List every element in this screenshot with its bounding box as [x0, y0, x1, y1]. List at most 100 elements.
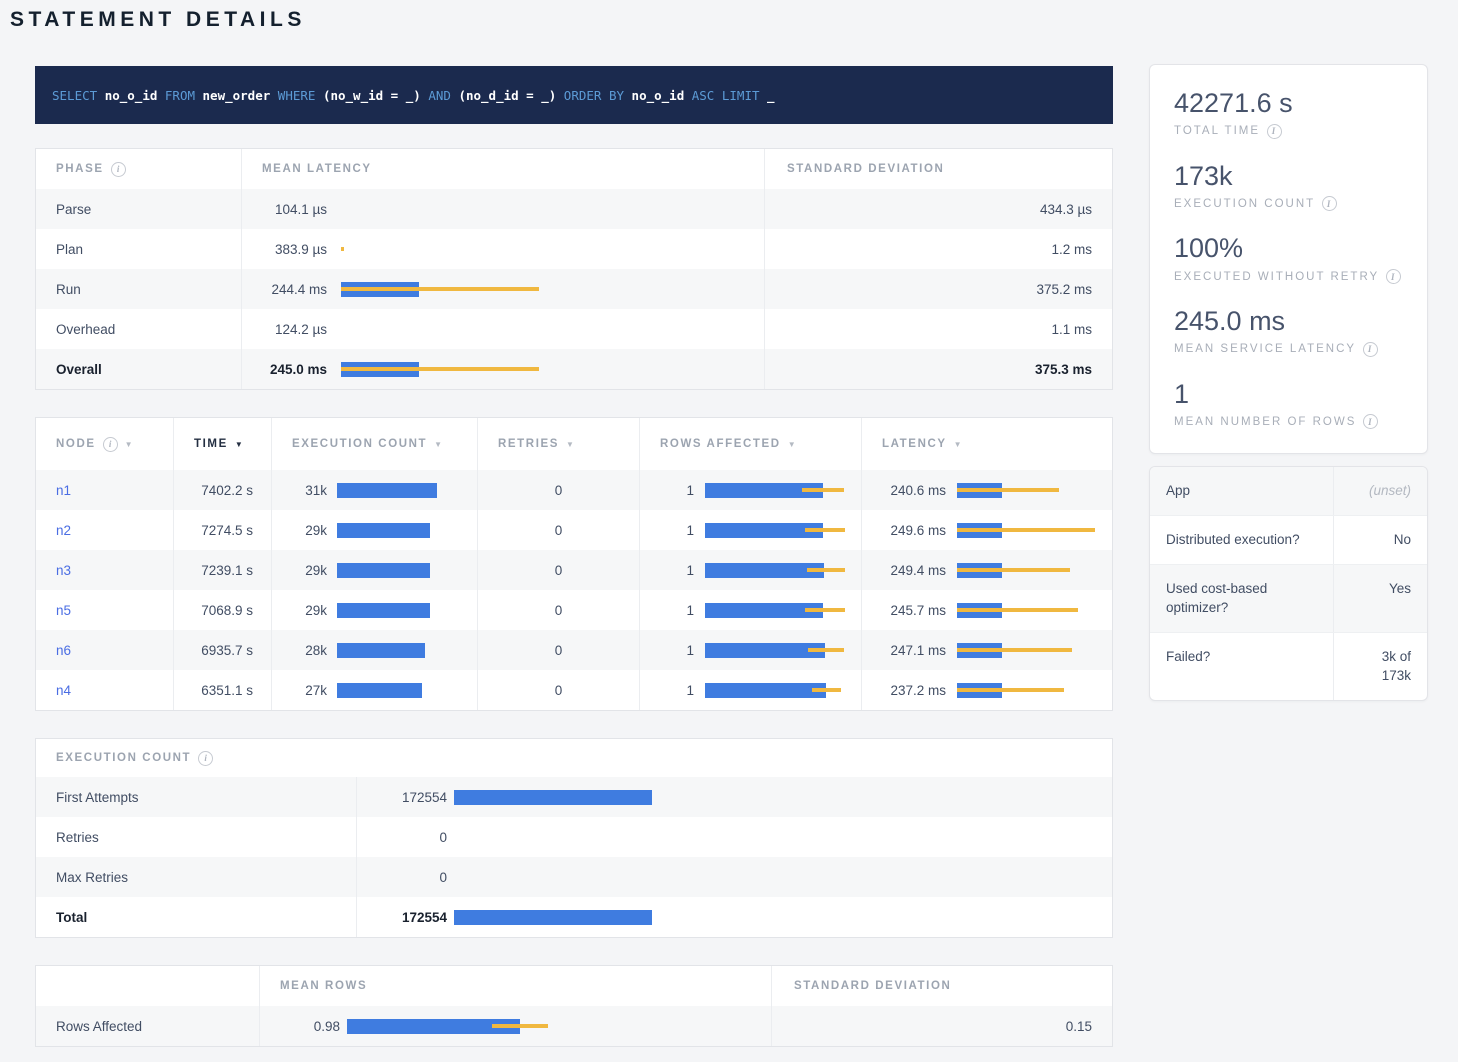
rows-affected-value: 1: [660, 523, 694, 538]
std-dev-header-label: STANDARD DEVIATION: [794, 980, 951, 992]
detail-value: 3k of 173k: [1333, 633, 1427, 700]
sql-keyword: ASC LIMIT: [684, 88, 767, 103]
exec-row-value: 0: [377, 870, 447, 885]
sort-arrow-icon: ▼: [235, 440, 243, 449]
phase-row-label: Run: [56, 282, 81, 297]
exec-row-label: First Attempts: [56, 790, 139, 805]
mean-rows-bar: [347, 1019, 757, 1034]
node-link[interactable]: n2: [56, 523, 71, 538]
rows-affected-bar: [705, 563, 847, 578]
statement-details-card: App (unset) Distributed execution? No Us…: [1149, 466, 1428, 700]
latency-bar: [957, 523, 1098, 538]
exec-row-value: 172554: [377, 910, 447, 925]
latency-bar: [341, 282, 750, 297]
empty-header-cell: [36, 966, 259, 1006]
phase-table-header: PHASE i MEAN LATENCY STANDARD DEVIATION: [36, 149, 1112, 189]
detail-value: Yes: [1333, 565, 1427, 632]
mean-number-of-rows-info-icon[interactable]: i: [1363, 414, 1378, 429]
detail-row-app: App (unset): [1150, 467, 1427, 515]
node-header-cell[interactable]: NODE i ▼: [36, 418, 173, 470]
execution-count-value: 29k: [292, 563, 327, 578]
rows-affected-header-cell[interactable]: ROWS AFFECTED ▼: [639, 418, 861, 470]
retries-value: 0: [555, 563, 563, 578]
execution-count-info-icon[interactable]: i: [198, 751, 213, 766]
stat-value: 173k: [1174, 162, 1403, 192]
execution-count-title: EXECUTION COUNT: [56, 752, 191, 764]
latency-bar: [957, 683, 1098, 698]
stat-value: 245.0 ms: [1174, 307, 1403, 337]
node-link[interactable]: n4: [56, 683, 71, 698]
phase-row-label: Parse: [56, 202, 91, 217]
execution-count-bar: [337, 603, 463, 618]
retries-value: 0: [555, 603, 563, 618]
time-value: 7239.1 s: [201, 563, 253, 578]
phase-header-cell: PHASE i: [36, 149, 241, 189]
exec-row-value: 172554: [377, 790, 447, 805]
rows-affected-table-header: MEAN ROWS STANDARD DEVIATION: [36, 966, 1112, 1006]
stat-value: 1: [1174, 380, 1403, 410]
retries-value: 0: [555, 683, 563, 698]
node-link[interactable]: n3: [56, 563, 71, 578]
execution-count-bar: [454, 790, 1098, 805]
total-time-info-icon[interactable]: i: [1267, 124, 1282, 139]
sql-identifier: new_order: [203, 88, 271, 103]
sql-keyword: ORDER BY: [556, 88, 631, 103]
node-link[interactable]: n1: [56, 483, 71, 498]
latency-value: 245.7 ms: [882, 603, 946, 618]
execution-count-table: EXECUTION COUNT i First Attempts 172554 …: [35, 738, 1113, 938]
execution-count-header-cell[interactable]: EXECUTION COUNT ▼: [271, 418, 477, 470]
execution-count-bar: [454, 910, 1098, 925]
execution-count-bar: [454, 830, 1098, 845]
stat-execution-count: 173k EXECUTION COUNTi: [1174, 162, 1403, 212]
stat-label: MEAN NUMBER OF ROWSi: [1174, 414, 1403, 429]
phase-header-label: PHASE: [56, 163, 104, 175]
execution-count-table-header: EXECUTION COUNT i: [36, 739, 1112, 777]
table-row: n3 7239.1 s 29k 0 1 249.4 ms: [36, 550, 1112, 590]
execution-count-info-icon[interactable]: i: [1322, 196, 1337, 211]
std-dev-value: 1.1 ms: [1051, 322, 1092, 337]
phase-row-label: Plan: [56, 242, 83, 257]
rows-affected-bar: [705, 643, 847, 658]
mean-rows-header-cell: MEAN ROWS: [259, 966, 771, 1006]
std-dev-value: 1.2 ms: [1051, 242, 1092, 257]
table-row: Max Retries 0: [36, 857, 1112, 897]
latency-value: 237.2 ms: [882, 683, 946, 698]
table-row: First Attempts 172554: [36, 777, 1112, 817]
time-value: 7402.2 s: [201, 483, 253, 498]
retries-header-cell[interactable]: RETRIES ▼: [477, 418, 639, 470]
mean-latency-value: 124.2 µs: [262, 322, 327, 337]
rows-affected-value: 1: [660, 563, 694, 578]
node-info-icon[interactable]: i: [103, 437, 118, 452]
rows-affected-bar: [705, 603, 847, 618]
mean-service-latency-info-icon[interactable]: i: [1363, 342, 1378, 357]
rows-affected-value: 1: [660, 483, 694, 498]
executed-without-retry-info-icon[interactable]: i: [1386, 269, 1401, 284]
std-dev-header-cell: STANDARD DEVIATION: [764, 149, 1112, 189]
node-link[interactable]: n5: [56, 603, 71, 618]
phase-info-icon[interactable]: i: [111, 162, 126, 177]
latency-bar: [341, 242, 750, 257]
latency-header-cell[interactable]: LATENCY ▼: [861, 418, 1112, 470]
sort-arrow-icon: ▼: [125, 440, 133, 449]
latency-value: 240.6 ms: [882, 483, 946, 498]
detail-label: App: [1150, 467, 1333, 515]
sort-arrow-icon: ▼: [434, 440, 442, 449]
phase-row-label: Overhead: [56, 322, 115, 337]
time-header-cell[interactable]: TIME ▼: [173, 418, 271, 470]
latency-bar: [341, 362, 750, 377]
node-link[interactable]: n6: [56, 643, 71, 658]
sort-arrow-icon: ▼: [566, 440, 574, 449]
phase-table: PHASE i MEAN LATENCY STANDARD DEVIATION …: [35, 148, 1113, 390]
std-dev-value: 375.2 ms: [1036, 282, 1092, 297]
summary-sidebar: 42271.6 s TOTAL TIMEi 173k EXECUTION COU…: [1149, 64, 1428, 701]
table-row: n2 7274.5 s 29k 0 1 249.6 ms: [36, 510, 1112, 550]
table-row: n6 6935.7 s 28k 0 1 247.1 ms: [36, 630, 1112, 670]
rows-affected-table: MEAN ROWS STANDARD DEVIATION Rows Affect…: [35, 965, 1113, 1047]
mean-latency-value: 244.4 ms: [262, 282, 327, 297]
table-row: Rows Affected 0.98 0.15: [36, 1006, 1112, 1046]
rows-affected-bar: [705, 523, 847, 538]
mean-rows-header-label: MEAN ROWS: [280, 980, 367, 992]
rows-affected-value: 1: [660, 683, 694, 698]
execution-count-bar: [337, 483, 463, 498]
execution-count-bar: [337, 523, 463, 538]
